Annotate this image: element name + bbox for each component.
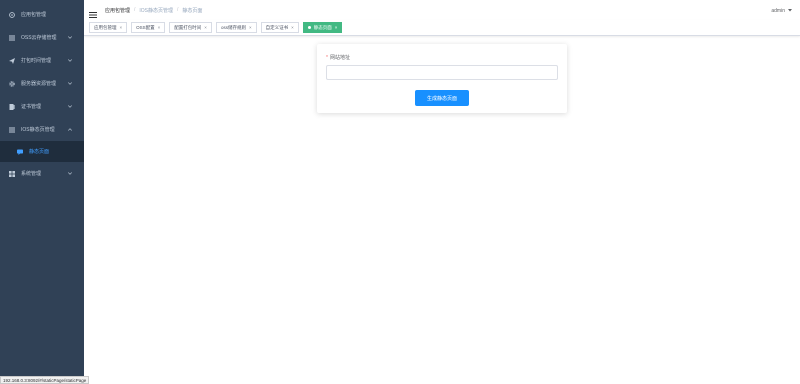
website-url-label: * 网站地址 <box>326 54 350 61</box>
hamburger-menu-icon[interactable] <box>89 6 97 18</box>
breadcrumb-item: 静态页面 <box>182 7 203 14</box>
sidebar-item-oss-storage[interactable]: OSS云存储管理 <box>0 26 84 49</box>
tag-app-package[interactable]: 应用包管理 × <box>89 22 128 33</box>
tag-label: oss储存规则 <box>220 24 246 30</box>
chevron-down-icon <box>68 35 72 41</box>
sidebar-item-system[interactable]: 系统管理 <box>0 162 84 185</box>
close-icon[interactable]: × <box>249 25 252 30</box>
close-icon[interactable]: × <box>335 25 338 30</box>
chat-icon <box>16 148 23 155</box>
grid-icon <box>8 170 15 177</box>
username: admin <box>771 8 785 14</box>
breadcrumb-separator: / <box>177 7 179 13</box>
tag-label: 静态页面 <box>313 24 332 30</box>
tag-static-page[interactable]: 静态页面 × <box>302 22 343 33</box>
breadcrumb: 应用包管理 / IOS静态页管理 / 静态页面 <box>105 7 202 14</box>
sidebar-item-label: 打包时间管理 <box>21 58 52 64</box>
tag-label: 应用包管理 <box>94 24 117 30</box>
sidebar-item-label: OSS云存储管理 <box>21 35 57 41</box>
sidebar-item-label: 系统管理 <box>21 171 42 177</box>
tag-label: OSS配置 <box>136 24 155 30</box>
close-icon[interactable]: × <box>158 25 161 30</box>
breadcrumb-item[interactable]: 应用包管理 <box>105 7 130 14</box>
list-icon <box>8 34 15 41</box>
sidebar-item-label: 静态页面 <box>29 149 50 155</box>
active-dot-icon <box>307 26 311 29</box>
caret-down-icon <box>788 8 792 14</box>
tag-label: 配置打包时间 <box>174 24 202 30</box>
sidebar-item-pack-time[interactable]: 打包时间管理 <box>0 49 84 72</box>
tag-oss-rules[interactable]: oss储存规则 × <box>215 22 257 33</box>
breadcrumb-separator: / <box>134 7 136 13</box>
breadcrumb-item: IOS静态页管理 <box>139 7 174 14</box>
navbar: 应用包管理 / IOS静态页管理 / 静态页面 admin <box>84 0 800 20</box>
list-icon <box>8 126 15 133</box>
close-icon[interactable]: × <box>120 25 123 30</box>
sidebar-item-label: 证书管理 <box>21 104 42 110</box>
form-card: * 网站地址 生成静态页面 <box>317 44 567 113</box>
close-icon[interactable]: × <box>291 25 294 30</box>
close-icon[interactable]: × <box>204 25 207 30</box>
sidebar-item-label: IOS静态页管理 <box>21 127 55 133</box>
tag-custom-cert[interactable]: 自定义证书 × <box>260 22 299 33</box>
website-url-input[interactable] <box>326 65 558 80</box>
tag-label: 自定义证书 <box>265 24 289 30</box>
chevron-down-icon <box>68 171 72 177</box>
generate-static-page-button[interactable]: 生成静态页面 <box>415 90 469 106</box>
sidebar-item-label: 应用包管理 <box>21 12 47 18</box>
sidebar-item-static-page[interactable]: 静态页面 <box>0 141 84 162</box>
gear-icon <box>8 80 15 87</box>
tags-view: 应用包管理 × OSS配置 × 配置打包时间 × oss储存规则 × 自定义证书… <box>84 20 800 36</box>
chevron-down-icon <box>68 81 72 87</box>
sidebar-item-certificates[interactable]: 证书管理 <box>0 95 84 118</box>
sidebar: 应用包管理 OSS云存储管理 打包时间管理 服务器资源管理 证书管理 IOS静态… <box>0 0 84 384</box>
app-icon <box>8 11 15 18</box>
sidebar-item-ios-static-pages[interactable]: IOS静态页管理 <box>0 118 84 141</box>
certificate-icon <box>8 103 15 110</box>
required-mark: * <box>326 55 328 61</box>
main-area: 应用包管理 / IOS静态页管理 / 静态页面 admin 应用包管理 × OS… <box>84 0 800 384</box>
tag-pack-time[interactable]: 配置打包时间 × <box>169 22 212 33</box>
send-icon <box>8 57 15 64</box>
chevron-down-icon <box>68 104 72 110</box>
chevron-down-icon <box>68 58 72 64</box>
sidebar-item-label: 服务器资源管理 <box>21 81 57 87</box>
sidebar-item-app-package[interactable]: 应用包管理 <box>0 3 84 26</box>
sidebar-item-server-resources[interactable]: 服务器资源管理 <box>0 72 84 95</box>
status-bar-url: 192.168.0.3:8092/#/staticPage/staticPage <box>0 376 90 384</box>
field-label-text: 网站地址 <box>329 55 350 61</box>
user-dropdown[interactable]: admin <box>771 8 792 14</box>
chevron-up-icon <box>68 127 72 133</box>
tag-oss-config[interactable]: OSS配置 × <box>131 22 166 33</box>
